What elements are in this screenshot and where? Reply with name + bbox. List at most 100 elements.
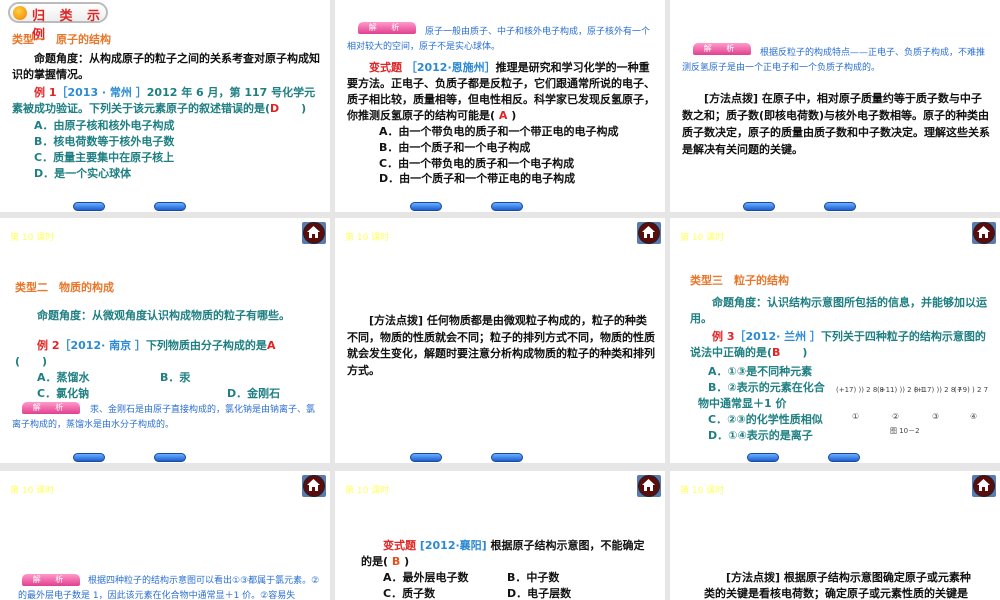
type-heading: 类型三 粒子的结构 [690, 274, 789, 287]
option-b: B．中子数 [507, 571, 560, 584]
analysis-text: 汞、金刚石是由原子直接构成的，氯化钠是由钠离子、氯离子构成的，蒸馏水是由水分子构… [12, 405, 316, 430]
answer: B [772, 346, 781, 359]
method-tip: [方法点拨] 任何物质都是由微观粒子构成的，粒子的种类不同，物质的性质就会不同；… [347, 313, 655, 379]
method-tip: [方法点拨] 根据原子结构示意图确定原子或元素种类的关键是看核电荷数；确定原子或… [704, 570, 978, 600]
slide-6: 第 10 课时 类型三 粒子的结构 命题角度：认识结构示意图所包括的信息，并能够… [670, 218, 1000, 463]
slide-2: 解 析 原子一般由质子、中子和核外电子构成，原子核外有一个相对较大的空间，原子不… [335, 0, 665, 212]
slide-3: 解 析 根据反粒子的构成特点——正电子、负质子构成，不难推测反氢原子是由一个正电… [670, 0, 1000, 212]
home-icon [642, 226, 655, 238]
option-a: A．①③是不同种元素 [708, 365, 813, 378]
variant-question: 变式题 ［2012·恩施州］推理是研究和学习化学的一种重要方法。正电子、负质子都… [347, 60, 655, 124]
angle-text: 命题角度：认识结构示意图所包括的信息，并能够加以运用。 [690, 296, 987, 325]
nav-button-next[interactable] [154, 453, 186, 462]
method-tip: [方法点拨] 在原子中，相对原子质量约等于质子数与中子数之和；质子数(即核电荷数… [682, 90, 990, 158]
lesson-label: 第 10 课时 [680, 233, 725, 243]
type-heading: 类型二 物质的构成 [15, 281, 114, 294]
answer: D [270, 102, 280, 115]
example-question: 例 2［2012· 南京 ］下列物质由分子构成的是A [37, 338, 320, 354]
slide-5: 第 10 课时 [方法点拨] 任何物质都是由微观粒子构成的，粒子的种类不同，物质… [335, 218, 665, 463]
lesson-label: 第 10 课时 [10, 233, 55, 243]
paren-close: ) [301, 102, 307, 115]
option-d: D．由一个质子和一个带正电的电子构成 [379, 172, 576, 185]
variant-label: 变式题 [383, 539, 416, 552]
atom-label-1: ① [852, 412, 860, 421]
slide-8: 第 10 课时 变式题 [2012·襄阳] 根据原子结构示意图，不能确定的是( … [335, 471, 665, 600]
nav-button-back[interactable] [743, 202, 775, 211]
option-c: C．由一个带负电的质子和一个电子构成 [379, 157, 575, 170]
nav-button-next[interactable] [491, 202, 523, 211]
option-d: D．①④表示的是离子 [708, 429, 813, 442]
variant-label: 变式题 [369, 61, 402, 74]
lesson-label: 第 10 课时 [10, 486, 55, 496]
atom-diagram-4: (+9) ) 2 7 [954, 386, 989, 394]
method-label: [方法点拨] [704, 92, 759, 105]
variant-source: [2012·襄阳] [419, 539, 487, 552]
option-c: C．②③的化学性质相似 [708, 413, 823, 426]
lesson-label: 第 10 课时 [345, 233, 390, 243]
figure-caption: 图 10－2 [890, 427, 920, 435]
nav-button-back[interactable] [73, 453, 105, 462]
home-button[interactable] [637, 475, 661, 497]
paren-close: ) [404, 555, 410, 568]
atom-label-4: ④ [970, 412, 978, 421]
analysis-text: 原子一般由质子、中子和核外电子构成，原子核外有一个相对较大的空间，原子不是实心球… [347, 27, 651, 52]
example-label: 例 1 [34, 86, 57, 99]
nav-button-back[interactable] [410, 453, 442, 462]
option-d: D．是一个实心球体 [34, 167, 132, 180]
type-heading: 类型一 原子的结构 [12, 33, 111, 46]
option-d: D．电子层数 [507, 587, 572, 600]
option-d: D．金刚石 [227, 387, 281, 400]
method-label: [方法点拨] [726, 571, 781, 584]
nav-button-next[interactable] [154, 202, 186, 211]
option-a: A．由一个带负电的质子和一个带正电的电子构成 [379, 125, 619, 138]
slide-7: 第 10 课时 解 析 根据四种粒子的结构示意图可以看出①③都属于氯元素。②的最… [0, 471, 330, 600]
home-icon [307, 226, 320, 238]
answer: A [498, 109, 508, 122]
option-b: B．汞 [160, 371, 191, 384]
slide-4: 第 10 课时 类型二 物质的构成 命题角度：从微观角度认识构成物质的粒子有哪些… [0, 218, 330, 463]
analysis-text: 根据四种粒子的结构示意图可以看出①③都属于氯元素。②的最外层电子数是 1，因此该… [18, 576, 320, 600]
nav-button-back[interactable] [73, 202, 105, 211]
nav-button-back[interactable] [410, 202, 442, 211]
option-b: B．②表示的元素在化合物中通常显＋1 价 [698, 381, 825, 410]
example-text: 下列物质由分子构成的是 [145, 339, 267, 352]
variant-question: 变式题 [2012·襄阳] 根据原子结构示意图，不能确定的是( B ) [361, 538, 655, 570]
option-a: A．由原子核和核外电子构成 [34, 119, 175, 132]
home-button[interactable] [972, 475, 996, 497]
variant-source: ［2012·恩施州］ [405, 61, 496, 74]
nav-button-next[interactable] [491, 453, 523, 462]
atom-label-3: ③ [932, 412, 940, 421]
nav-button-back[interactable] [747, 453, 779, 462]
analysis-text: 根据反粒子的构成特点——正电子、负质子构成，不难推测反氢原子是由一个正电子和一个… [682, 48, 986, 73]
example-question: 例 1［2013 · 常州 ］2012 年 6 月，第 117 号化学元素被成功… [12, 85, 320, 117]
lesson-label: 第 10 课时 [680, 486, 725, 496]
home-icon [642, 479, 655, 491]
example-question: 例 3［2012· 兰州 ］下列关于四种粒子的结构示意图的说法中正确的是(B ) [690, 329, 990, 361]
home-icon [977, 479, 990, 491]
slide-1: 归 类 示 例 类型一 原子的结构 命题角度：从构成原子的粒子之间的关系考查对原… [0, 0, 330, 212]
angle-text: 命题角度：从微观角度认识构成物质的粒子有哪些。 [37, 309, 290, 322]
angle-text: 命题角度：从构成原子的粒子之间的关系考查对原子构成知识的掌握情况。 [12, 52, 320, 81]
home-button[interactable] [302, 475, 326, 497]
answer-paren: ( ) [15, 355, 48, 368]
example-source: ［2013 · 常州 ］ [56, 86, 147, 99]
example-source: ［2012· 兰州 ］ [734, 330, 821, 343]
answer: B [391, 555, 401, 568]
option-b: B．由一个质子和一个电子构成 [379, 141, 531, 154]
home-icon [307, 479, 320, 491]
home-button[interactable] [972, 222, 996, 244]
method-label: [方法点拨] [369, 314, 424, 327]
paren-close: ) [511, 109, 517, 122]
example-label: 例 2 [37, 339, 60, 352]
example-label: 例 3 [712, 330, 735, 343]
section-title-badge: 归 类 示 例 [8, 2, 108, 43]
paren-close: ) [802, 346, 808, 359]
home-button[interactable] [637, 222, 661, 244]
example-source: ［2012· 南京 ］ [59, 339, 146, 352]
lesson-label: 第 10 课时 [345, 486, 390, 496]
option-c: C．质量主要集中在原子核上 [34, 151, 175, 164]
nav-button-next[interactable] [828, 453, 860, 462]
home-button[interactable] [302, 222, 326, 244]
answer: A [266, 339, 276, 352]
nav-button-next[interactable] [824, 202, 856, 211]
